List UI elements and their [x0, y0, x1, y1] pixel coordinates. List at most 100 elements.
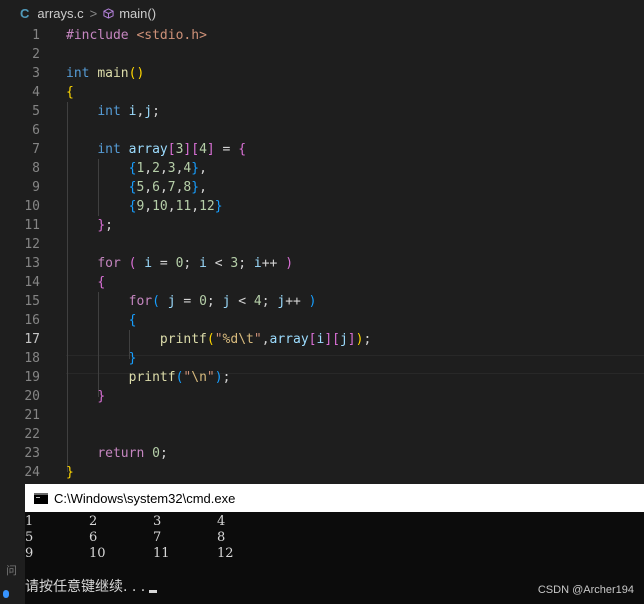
breadcrumb: C arrays.c > main() — [0, 0, 644, 26]
cmd-window[interactable]: C:\Windows\system32\cmd.exe 1 2 3 4 5 6 7 8 9 10 1… — [25, 484, 644, 604]
c-file-icon: C — [20, 5, 30, 21]
cmd-output-cell: 4 — [217, 514, 226, 529]
code-text: int array[3][4] = { — [97, 142, 247, 157]
code-line[interactable]: 19 printf("\n"); — [0, 368, 644, 387]
cube-icon — [103, 7, 114, 19]
breadcrumb-function[interactable]: main() — [119, 6, 156, 21]
code-text: {5,6,7,8}, — [128, 180, 207, 195]
cmd-title: C:\Windows\system32\cmd.exe — [54, 490, 236, 506]
code-text: int main() — [66, 66, 145, 81]
code-text: { — [128, 313, 137, 328]
chevron-right-icon: > — [89, 5, 98, 21]
status-dot-icon — [3, 590, 9, 598]
code-text: { — [97, 275, 106, 290]
cmd-prompt: 请按任意键继续. . . — [25, 576, 158, 596]
console-icon — [34, 492, 48, 504]
code-line[interactable]: 22 — [0, 425, 644, 444]
cmd-output-cell: 12 — [217, 546, 234, 561]
line-number: 14 — [24, 275, 40, 290]
line-number: 9 — [32, 180, 40, 195]
code-text: } — [66, 465, 74, 480]
line-number: 16 — [24, 313, 40, 328]
panel-side-strip: 问 — [0, 484, 25, 604]
code-line[interactable]: 20 } — [0, 387, 644, 406]
code-line[interactable]: 10 {9,10,11,12} — [0, 197, 644, 216]
cmd-output-cell: 8 — [217, 530, 226, 545]
code-line[interactable]: 3 int main() — [0, 64, 644, 83]
line-number: 7 — [32, 142, 40, 157]
cmd-output-cell: 5 — [25, 530, 34, 545]
line-number: 23 — [24, 446, 40, 461]
code-text: } — [128, 351, 137, 366]
code-line[interactable]: 17 printf("%d\t",array[i][j]); — [0, 330, 644, 349]
code-text: { — [66, 85, 74, 100]
code-text: return 0; — [97, 446, 168, 461]
code-line[interactable]: 8 {1,2,3,4}, — [0, 159, 644, 178]
line-number: 5 — [32, 104, 40, 119]
cmd-prompt-text: 请按任意键继续. . . — [25, 579, 146, 595]
code-line[interactable]: 11 }; — [0, 216, 644, 235]
code-line[interactable]: 5 int i,j; — [0, 102, 644, 121]
code-text: } — [97, 389, 106, 404]
cmd-output-cell: 11 — [153, 546, 170, 561]
line-number: 24 — [24, 465, 40, 480]
cmd-output-cell: 2 — [89, 514, 98, 529]
code-text: printf("%d\t",array[i][j]); — [159, 332, 372, 347]
cmd-output-cell: 7 — [153, 530, 162, 545]
cmd-output-row: 9 10 11 12 — [25, 546, 644, 562]
code-text: printf("\n"); — [128, 370, 231, 385]
code-line[interactable]: 16 { — [0, 311, 644, 330]
text-cursor — [149, 590, 158, 593]
cmd-output: 1 2 3 4 5 6 7 8 9 10 11 12 — [25, 514, 644, 562]
code-text: for( j = 0; j < 4; j++ ) — [128, 294, 317, 309]
line-number: 11 — [24, 218, 40, 233]
code-line[interactable]: 13 for ( i = 0; i < 3; i++ ) — [0, 254, 644, 273]
code-line[interactable]: 7 int array[3][4] = { — [0, 140, 644, 159]
cmd-output-row: 5 6 7 8 — [25, 530, 644, 546]
code-text: }; — [97, 218, 113, 233]
code-line[interactable]: 15 for( j = 0; j < 4; j++ ) — [0, 292, 644, 311]
line-number: 15 — [24, 294, 40, 309]
line-number: 17 — [24, 332, 40, 347]
line-number: 20 — [24, 389, 40, 404]
code-text: for ( i = 0; i < 3; i++ ) — [97, 256, 294, 271]
breadcrumb-file[interactable]: arrays.c — [37, 6, 83, 21]
cmd-output-cell: 10 — [89, 546, 106, 561]
code-line[interactable]: 23 return 0; — [0, 444, 644, 463]
line-number: 2 — [32, 47, 40, 62]
cmd-output-row: 1 2 3 4 — [25, 514, 644, 530]
code-line[interactable]: 21 — [0, 406, 644, 425]
code-text: {1,2,3,4}, — [128, 161, 207, 176]
cmd-output-cell: 6 — [89, 530, 98, 545]
panel-tab-glyph[interactable]: 问 — [6, 562, 17, 578]
code-line[interactable]: 6 — [0, 121, 644, 140]
line-number: 12 — [24, 237, 40, 252]
code-line[interactable]: 1 #include <stdio.h> — [0, 26, 644, 45]
code-line[interactable]: 18 } — [0, 349, 644, 368]
code-text: {9,10,11,12} — [128, 199, 223, 214]
line-number: 8 — [32, 161, 40, 176]
line-number: 13 — [24, 256, 40, 271]
code-line[interactable]: 9 {5,6,7,8}, — [0, 178, 644, 197]
cmd-title-bar[interactable]: C:\Windows\system32\cmd.exe — [25, 484, 644, 512]
code-text: #include <stdio.h> — [66, 28, 207, 43]
code-line[interactable]: 4{ — [0, 83, 644, 102]
line-number: 1 — [32, 28, 40, 43]
code-line[interactable]: 12 — [0, 235, 644, 254]
code-text: int i,j; — [97, 104, 160, 119]
line-number: 4 — [32, 85, 40, 100]
line-number: 10 — [24, 199, 40, 214]
line-number: 22 — [24, 427, 40, 442]
watermark: CSDN @Archer194 — [537, 584, 634, 596]
cmd-output-cell: 9 — [25, 546, 34, 561]
code-line[interactable]: 2 — [0, 45, 644, 64]
line-number: 3 — [32, 66, 40, 81]
code-line[interactable]: 14 { — [0, 273, 644, 292]
code-editor[interactable]: 1 #include <stdio.h> 2 3 int main() 4{5 int i… — [0, 26, 644, 486]
cmd-output-cell: 1 — [25, 514, 34, 529]
line-number: 21 — [24, 408, 40, 423]
cmd-output-cell: 3 — [153, 514, 162, 529]
code-line[interactable]: 24} — [0, 463, 644, 482]
line-number: 6 — [32, 123, 40, 138]
line-number: 18 — [24, 351, 40, 366]
